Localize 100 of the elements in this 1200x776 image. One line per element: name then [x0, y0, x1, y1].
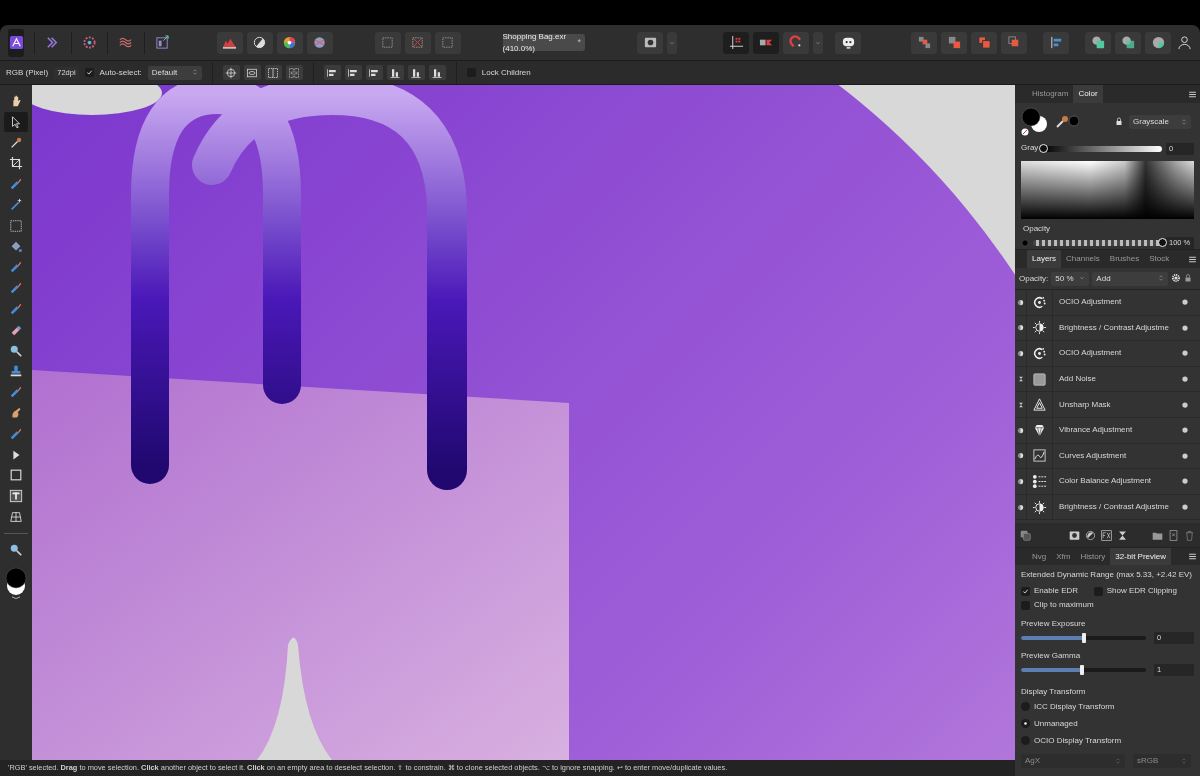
dropdown[interactable]: Grayscale: [1129, 115, 1191, 129]
toolbar-button[interactable]: [753, 31, 779, 54]
layer-name: Color Balance Adjustment: [1059, 475, 1153, 488]
layer-row[interactable]: Curves Adjustment: [1015, 443, 1200, 470]
layer-row[interactable]: OCIO Adjustment: [1015, 341, 1200, 367]
toolbar-button[interactable]: [365, 65, 383, 80]
toolbar-button[interactable]: [243, 65, 261, 80]
toolbar-button[interactable]: [1084, 529, 1096, 541]
align-icon: [1048, 35, 1064, 50]
logo-icon: [8, 35, 24, 50]
toolbar-button[interactable]: [344, 65, 362, 80]
visibility-icon: [1017, 324, 1024, 332]
crop-icon: [9, 156, 23, 171]
layer-row[interactable]: Vibrance Adjustment: [1015, 417, 1200, 444]
tab[interactable]: 32-bit Preview: [1110, 548, 1172, 565]
tab[interactable]: Channels: [1061, 250, 1105, 268]
align-icon: [410, 66, 423, 79]
trash-icon: [1184, 529, 1195, 541]
visibility-icon: [1017, 477, 1024, 485]
toolbar-button[interactable]: [216, 31, 243, 54]
toolbar-button[interactable]: [1068, 529, 1080, 541]
layer-row[interactable]: Unsharp Mask: [1015, 392, 1200, 418]
grid-icon: [728, 35, 744, 50]
toolbar-button[interactable]: [386, 65, 404, 80]
layer-row[interactable]: Add Noise: [1015, 366, 1200, 393]
opacity-dropdown[interactable]: 50 %: [1051, 271, 1090, 286]
tool-button[interactable]: [4, 111, 28, 132]
visibility-icon: [1017, 426, 1024, 434]
tab[interactable]: Nvg: [1027, 548, 1052, 565]
slider-label: Opacity: [1022, 223, 1052, 235]
dot-icon: [1182, 324, 1188, 331]
layer-name: Curves Adjustment: [1059, 449, 1128, 462]
menu-button[interactable]: [1187, 254, 1197, 264]
radio-button[interactable]: [1021, 719, 1030, 728]
toolbar-button[interactable]: [8, 28, 25, 57]
toolbar-button[interactable]: [323, 65, 341, 80]
check-icon: [85, 69, 93, 76]
frame-icon: [267, 66, 280, 79]
rectangle-icon: [9, 468, 23, 483]
lock-icon: [1184, 273, 1193, 284]
layer-row[interactable]: Brightness / Contrast Adjustme: [1015, 494, 1200, 521]
dropdown[interactable]: Default: [147, 65, 202, 80]
checkbox[interactable]: [1021, 586, 1030, 596]
toolbar-button[interactable]: [835, 31, 861, 54]
layer-row[interactable]: Brightness / Contrast Adjustme: [1015, 315, 1200, 342]
toolbar-button[interactable]: [222, 65, 240, 80]
tab[interactable]: Color: [1073, 85, 1103, 103]
caret-icon: [1079, 275, 1086, 282]
updown-icon: [1181, 756, 1187, 765]
toolbar-button[interactable]: [428, 65, 446, 80]
toolbar-button[interactable]: [246, 31, 273, 54]
align-icon: [431, 66, 444, 79]
menu-button[interactable]: [1187, 89, 1197, 99]
visibility-icon: [1017, 298, 1024, 306]
menu-button[interactable]: [1187, 552, 1197, 561]
dot-icon: [1182, 478, 1188, 485]
align-icon: [326, 66, 339, 79]
layer-row[interactable]: Color Balance Adjustment: [1015, 469, 1200, 495]
toolbar-button[interactable]: [1115, 31, 1141, 54]
section-heading: Display Transform: [1021, 686, 1087, 698]
pointer-icon: [9, 114, 23, 129]
slider-thumb[interactable]: [1081, 633, 1086, 643]
tab[interactable]: Stock: [1144, 250, 1175, 268]
toolbar-button[interactable]: [723, 31, 749, 54]
tab[interactable]: Brushes: [1104, 250, 1145, 268]
toolbar-button[interactable]: [1145, 31, 1171, 54]
blend-mode-dropdown[interactable]: Add: [1092, 271, 1169, 286]
tab[interactable]: Xfm: [1051, 548, 1076, 565]
slider-thumb[interactable]: [1080, 665, 1085, 675]
toolbar-button[interactable]: [637, 31, 663, 54]
checkbox[interactable]: [84, 68, 94, 77]
toolbar-button[interactable]: [1085, 31, 1111, 54]
stack-icon: [976, 35, 992, 50]
section-heading: Extended Dynamic Range (max 5.33, +2.42 EV): [1021, 569, 1193, 581]
document-tab[interactable]: Shopping Bag.exr (410.0%) *: [502, 34, 585, 51]
lock-icon: [1115, 117, 1123, 127]
checkbox-label: Enable EDR: [1034, 585, 1079, 597]
pipette-icon: [1055, 115, 1079, 129]
layer-row[interactable]: OCIO Adjustment: [1015, 290, 1200, 316]
check-icon: [1022, 587, 1029, 595]
gradient-box[interactable]: [1021, 161, 1194, 219]
toolbar-button[interactable]: [407, 65, 425, 80]
sliders-icon: [1032, 473, 1047, 489]
tab[interactable]: Histogram: [1027, 85, 1074, 103]
stack-icon: [916, 35, 932, 50]
tab[interactable]: Layers: [1027, 250, 1061, 268]
mesh-icon: [9, 509, 23, 524]
dot-icon: [1182, 350, 1188, 357]
slider-thumb[interactable]: [1039, 144, 1048, 153]
layer-name: OCIO Adjustment: [1059, 347, 1123, 360]
tab[interactable]: History: [1075, 548, 1111, 565]
robot-icon: [840, 35, 856, 50]
export-icon: [154, 35, 170, 50]
toolbar-button[interactable]: [276, 31, 303, 54]
toolbar-button[interactable]: [264, 65, 282, 80]
toolbar-button[interactable]: [1116, 529, 1128, 541]
shapes-icon: [1120, 35, 1136, 50]
wand-icon: [9, 198, 23, 212]
radio-label: Unmanaged: [1034, 717, 1078, 730]
layer-name: Add Noise: [1059, 373, 1097, 386]
